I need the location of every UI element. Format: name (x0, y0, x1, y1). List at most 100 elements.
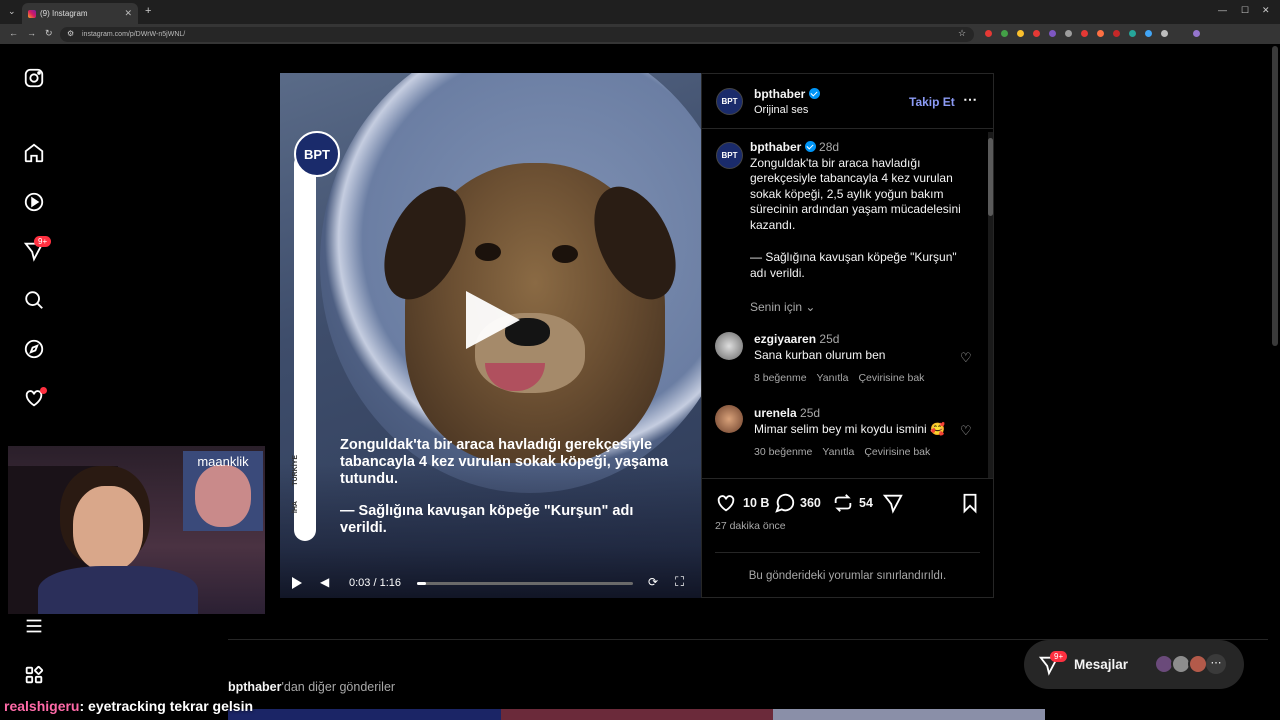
repost-action[interactable]: 54 (832, 492, 873, 514)
messages-label: Mesajlar (1074, 657, 1129, 672)
speed-icon[interactable]: ⟳ (648, 575, 658, 589)
comment-actions: 8 beğenme Yanıtla Çevirisine bak (754, 372, 924, 384)
more-post-thumb[interactable] (228, 709, 501, 720)
comments-limited-divider (715, 552, 980, 553)
comment-avatar[interactable] (715, 405, 743, 433)
volume-icon[interactable]: ◀ (320, 575, 329, 589)
comment-username[interactable]: urenela (754, 406, 797, 420)
like-action[interactable]: 10 B (715, 492, 769, 514)
back-icon[interactable]: ← (9, 28, 18, 38)
extension-icon[interactable] (1065, 30, 1072, 37)
extension-icon[interactable] (1113, 30, 1120, 37)
minimize-icon[interactable]: — (1218, 5, 1227, 15)
chat-username: realshigeru (4, 698, 80, 714)
bookmark-star-icon[interactable]: ☆ (958, 28, 966, 39)
caption-age: 28d (819, 140, 840, 154)
more-menu-icon[interactable] (22, 614, 46, 638)
comment-like-heart-icon[interactable]: ♡ (960, 423, 972, 439)
instagram-logo-icon[interactable] (22, 66, 46, 90)
more-dm-icon: ⋯ (1206, 654, 1226, 674)
search-icon[interactable] (22, 288, 46, 312)
video-progress-track[interactable] (417, 582, 633, 585)
page-scrollbar[interactable] (1272, 46, 1278, 346)
comment-header: ezgiyaaren 25d (754, 332, 839, 348)
dog-eye-right (552, 245, 578, 263)
more-posts-suffix: 'dan diğer gönderiler (281, 680, 396, 694)
extension-icon[interactable] (1145, 30, 1152, 37)
comment-like-heart-icon[interactable]: ♡ (960, 350, 972, 366)
author-username[interactable]: bpthaber (754, 87, 820, 103)
play-small-icon[interactable] (292, 577, 302, 589)
reels-icon[interactable] (22, 190, 46, 214)
translate-button[interactable]: Çevirisine bak (858, 372, 924, 384)
caption-username[interactable]: bpthaber (750, 140, 801, 154)
translate-button[interactable]: Çevirisine bak (864, 446, 930, 458)
header-divider (702, 128, 993, 129)
comment-age: 25d (800, 406, 821, 420)
messages-pill[interactable]: 9+ Mesajlar ⋯ (1024, 640, 1244, 689)
streamer-face (73, 486, 143, 571)
comment-username[interactable]: ezgiyaaren (754, 332, 816, 346)
like-heart-icon[interactable] (715, 492, 737, 514)
reply-button[interactable]: Yanıtla (817, 372, 849, 384)
reply-button[interactable]: Yanıtla (822, 446, 854, 458)
comment-action[interactable]: 360 (774, 492, 821, 514)
home-icon[interactable] (22, 141, 46, 165)
comments-scroll-thumb[interactable] (988, 138, 993, 216)
webcam-overlay: maanklik (8, 446, 265, 614)
author-avatar[interactable]: BPT (716, 88, 743, 115)
comments-scrollbar[interactable] (988, 132, 993, 478)
comment-bubble-icon[interactable] (774, 492, 796, 514)
comment-text: Sana kurban olurum ben (754, 348, 886, 362)
extension-icon[interactable] (1001, 30, 1008, 37)
close-tab-icon[interactable]: ✕ (124, 8, 132, 19)
follow-button[interactable]: Takip Et (909, 95, 955, 111)
save-bookmark-icon[interactable] (959, 492, 981, 514)
also-from-meta-icon[interactable] (22, 663, 46, 687)
for-you-filter[interactable]: Senin için ⌄ (750, 300, 815, 316)
secondary-cam: maanklik (183, 451, 263, 531)
url-field[interactable]: ⚙ instagram.com/p/DWrW-n5jWNL/ ☆ (60, 27, 974, 42)
profile-avatar[interactable] (1193, 30, 1200, 37)
tab-list-icon[interactable]: ⌄ (8, 6, 16, 17)
bpt-logo: BPT (294, 131, 340, 177)
extension-icon[interactable] (1017, 30, 1024, 37)
extension-icon[interactable] (1033, 30, 1040, 37)
maximize-icon[interactable]: ☐ (1241, 5, 1249, 16)
video-headline: Zonguldak'ta bir araca havladığı gerekçe… (340, 437, 669, 487)
audio-label[interactable]: Orijinal ses (754, 104, 808, 116)
new-tab-icon[interactable]: + (145, 5, 151, 17)
repost-icon[interactable] (832, 492, 854, 514)
comment-avatar[interactable] (715, 332, 743, 360)
extension-icon[interactable] (985, 30, 992, 37)
fullscreen-icon[interactable]: ⛶ (675, 574, 684, 590)
post-video[interactable]: BPT TÜRKİYE İHA Zonguldak'ta bir araca h… (280, 73, 701, 598)
extension-icon[interactable] (1129, 30, 1136, 37)
extension-icon[interactable] (1097, 30, 1104, 37)
caption-avatar[interactable]: BPT (716, 142, 743, 169)
close-window-icon[interactable]: ✕ (1262, 5, 1270, 16)
reload-icon[interactable]: ↻ (45, 28, 53, 39)
stream-chat-line: realshigeru: eyetracking tekrar gelsin (4, 698, 253, 714)
more-post-thumb[interactable] (501, 709, 773, 720)
comment-likes-count[interactable]: 8 beğenme (754, 372, 807, 384)
more-post-thumb[interactable] (773, 709, 1045, 720)
explore-compass-icon[interactable] (22, 337, 46, 361)
verified-badge-icon (804, 141, 816, 152)
comment-likes-count[interactable]: 30 beğenme (754, 446, 812, 458)
play-icon[interactable] (466, 291, 520, 349)
tab-title: (9) Instagram (40, 9, 88, 18)
more-options-icon[interactable]: ⋯ (963, 91, 977, 108)
site-info-icon[interactable]: ⚙ (67, 29, 74, 38)
video-time: 0:03 / 1:16 (349, 577, 401, 589)
share-send-icon[interactable] (882, 492, 904, 514)
browser-tab[interactable]: (9) Instagram ✕ (22, 3, 138, 24)
extensions-puzzle-icon[interactable] (1161, 30, 1168, 37)
comment-count: 360 (800, 496, 821, 510)
forward-icon[interactable]: → (27, 28, 36, 38)
vertical-label-iha: İHA (292, 501, 299, 514)
more-posts-username[interactable]: bpthaber (228, 680, 281, 694)
extension-icon[interactable] (1081, 30, 1088, 37)
extension-icon[interactable] (1049, 30, 1056, 37)
chat-message: : eyetracking tekrar gelsin (79, 698, 254, 714)
